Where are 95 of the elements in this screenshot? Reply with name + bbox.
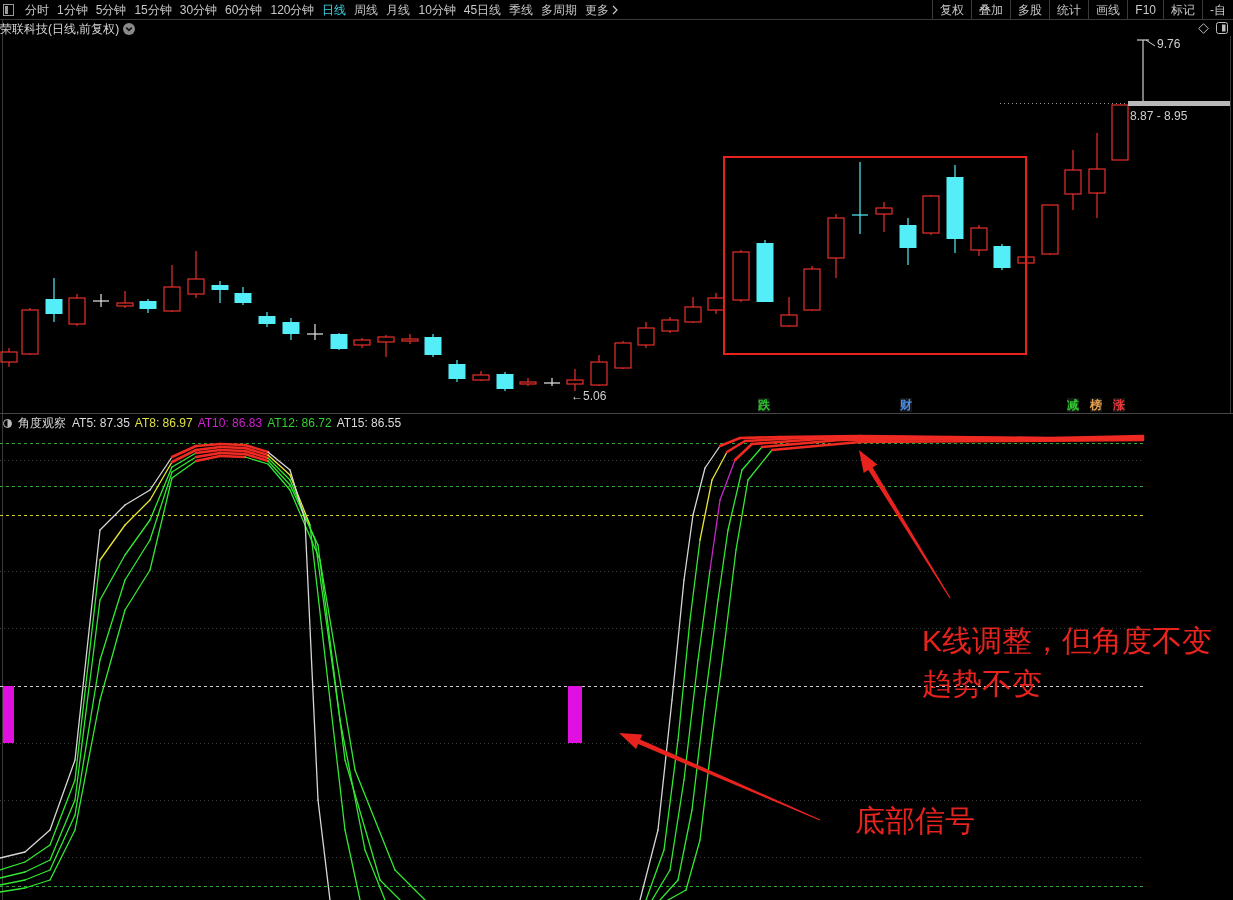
hollow-candle: [401, 333, 419, 345]
annotation-text: K线调整，但角度不变: [922, 624, 1212, 658]
more-button[interactable]: 更多: [585, 2, 619, 17]
period-tab[interactable]: 季线: [509, 2, 534, 17]
toolbar-button[interactable]: 标记: [1163, 0, 1202, 19]
toolbar-button[interactable]: 画线: [1088, 0, 1128, 19]
hollow-candle: [922, 194, 940, 236]
indicator-value: AT8: 86.97: [134, 416, 193, 430]
hollow-candle: [590, 354, 608, 387]
period-tab[interactable]: 1分钟: [57, 2, 88, 17]
dropdown-icon[interactable]: [123, 23, 136, 35]
period-tab[interactable]: 分时: [25, 2, 49, 17]
hollow-candle: [21, 307, 39, 356]
filled-candle: [282, 317, 300, 341]
annotation-text: 底部信号: [855, 804, 975, 838]
hollow-candle: [684, 296, 702, 324]
panel-toggle-icon[interactable]: [1216, 22, 1228, 34]
diamond-icon[interactable]: [1198, 22, 1209, 34]
filled-candle: [756, 239, 774, 303]
hollow-candle: [707, 292, 725, 315]
indicator-value: AT5: 87.35: [72, 416, 130, 430]
filled-candle: [330, 332, 348, 351]
annotation-text: 趋势不变: [922, 667, 1042, 701]
filled-candle: [899, 217, 917, 266]
hollow-candle: [519, 377, 537, 387]
hollow-candle: [637, 321, 655, 349]
period-tab[interactable]: 60分钟: [225, 2, 263, 17]
hollow-candle: [0, 347, 18, 368]
toolbar-button[interactable]: F10: [1127, 0, 1163, 19]
hollow-candle: [875, 201, 893, 233]
period-tab[interactable]: 5分钟: [95, 2, 127, 17]
signal-tag[interactable]: 涨: [1113, 398, 1125, 412]
hollow-candle: [827, 213, 845, 279]
hollow-candle: [780, 296, 798, 328]
toolbar-button[interactable]: 统计: [1049, 0, 1089, 19]
signal-tag[interactable]: 榜: [1090, 398, 1102, 412]
high-price-label: 9.76: [1157, 37, 1181, 51]
signal-tag[interactable]: 减: [1067, 398, 1079, 412]
high-price-marker: [1136, 39, 1156, 102]
hollow-candle: [661, 316, 679, 334]
filled-candle: [234, 286, 252, 306]
toolbar-button[interactable]: 叠加: [971, 0, 1011, 19]
hollow-candle: [116, 290, 134, 309]
panel-icon[interactable]: [3, 3, 14, 16]
filled-candle: [258, 311, 276, 328]
period-tab[interactable]: 多周期: [541, 2, 578, 17]
hollow-candle: [1111, 104, 1129, 161]
signal-bar: [568, 686, 582, 743]
stock-title: 荣联科技(日线,前复权): [0, 22, 120, 36]
hollow-candle: [187, 250, 205, 299]
toolbar-button[interactable]: 多股: [1010, 0, 1050, 19]
indicator-title: 角度观察: [18, 416, 66, 430]
hollow-candle: [970, 224, 988, 257]
hollow-candle: [163, 264, 181, 313]
period-tab[interactable]: 15分钟: [134, 2, 172, 17]
doji-candle: [92, 293, 110, 308]
filled-candle: [211, 280, 229, 304]
signal-bar: [3, 686, 14, 743]
chevron-right-icon: [612, 4, 619, 15]
hollow-candle: [566, 368, 584, 392]
doji-candle: [543, 377, 561, 387]
half-circle-icon[interactable]: [3, 418, 12, 428]
doji-candle: [306, 323, 324, 341]
indicator-value: AT10: 86.83: [197, 416, 263, 430]
filled-candle: [993, 243, 1011, 271]
hollow-candle: [472, 370, 490, 382]
filled-candle: [424, 333, 442, 358]
price-range-label: 8.87 - 8.95: [1130, 109, 1188, 123]
signal-tag[interactable]: 财: [900, 398, 912, 412]
signal-tag[interactable]: 跌: [758, 398, 770, 412]
hollow-candle: [1064, 149, 1082, 211]
hollow-candle: [803, 265, 821, 312]
period-tab[interactable]: 周线: [354, 2, 379, 17]
toolbar-button[interactable]: 复权: [932, 0, 972, 19]
filled-candle: [139, 298, 157, 314]
period-tab[interactable]: 月线: [386, 2, 411, 17]
hollow-candle: [68, 293, 86, 327]
indicator-value: AT12: 86.72: [267, 416, 332, 430]
filled-candle: [448, 359, 466, 383]
hollow-candle: [614, 340, 632, 370]
hollow-candle: [1017, 255, 1035, 265]
hollow-candle: [353, 337, 371, 349]
low-price-label: ←5.06: [571, 389, 607, 403]
hollow-candle: [1041, 204, 1059, 256]
period-tab[interactable]: 10分钟: [418, 2, 456, 17]
hollow-candle: [377, 334, 395, 358]
toolbar-button[interactable]: -自: [1202, 0, 1233, 19]
period-tab[interactable]: 45日线: [463, 2, 502, 17]
period-tab[interactable]: 日线: [322, 2, 347, 17]
hollow-candle: [732, 249, 750, 303]
filled-candle: [45, 277, 63, 323]
filled-candle: [496, 371, 514, 392]
period-tab[interactable]: 30分钟: [179, 2, 218, 17]
indicator-value: AT15: 86.55: [336, 416, 402, 430]
period-tab[interactable]: 120分钟: [270, 2, 315, 17]
